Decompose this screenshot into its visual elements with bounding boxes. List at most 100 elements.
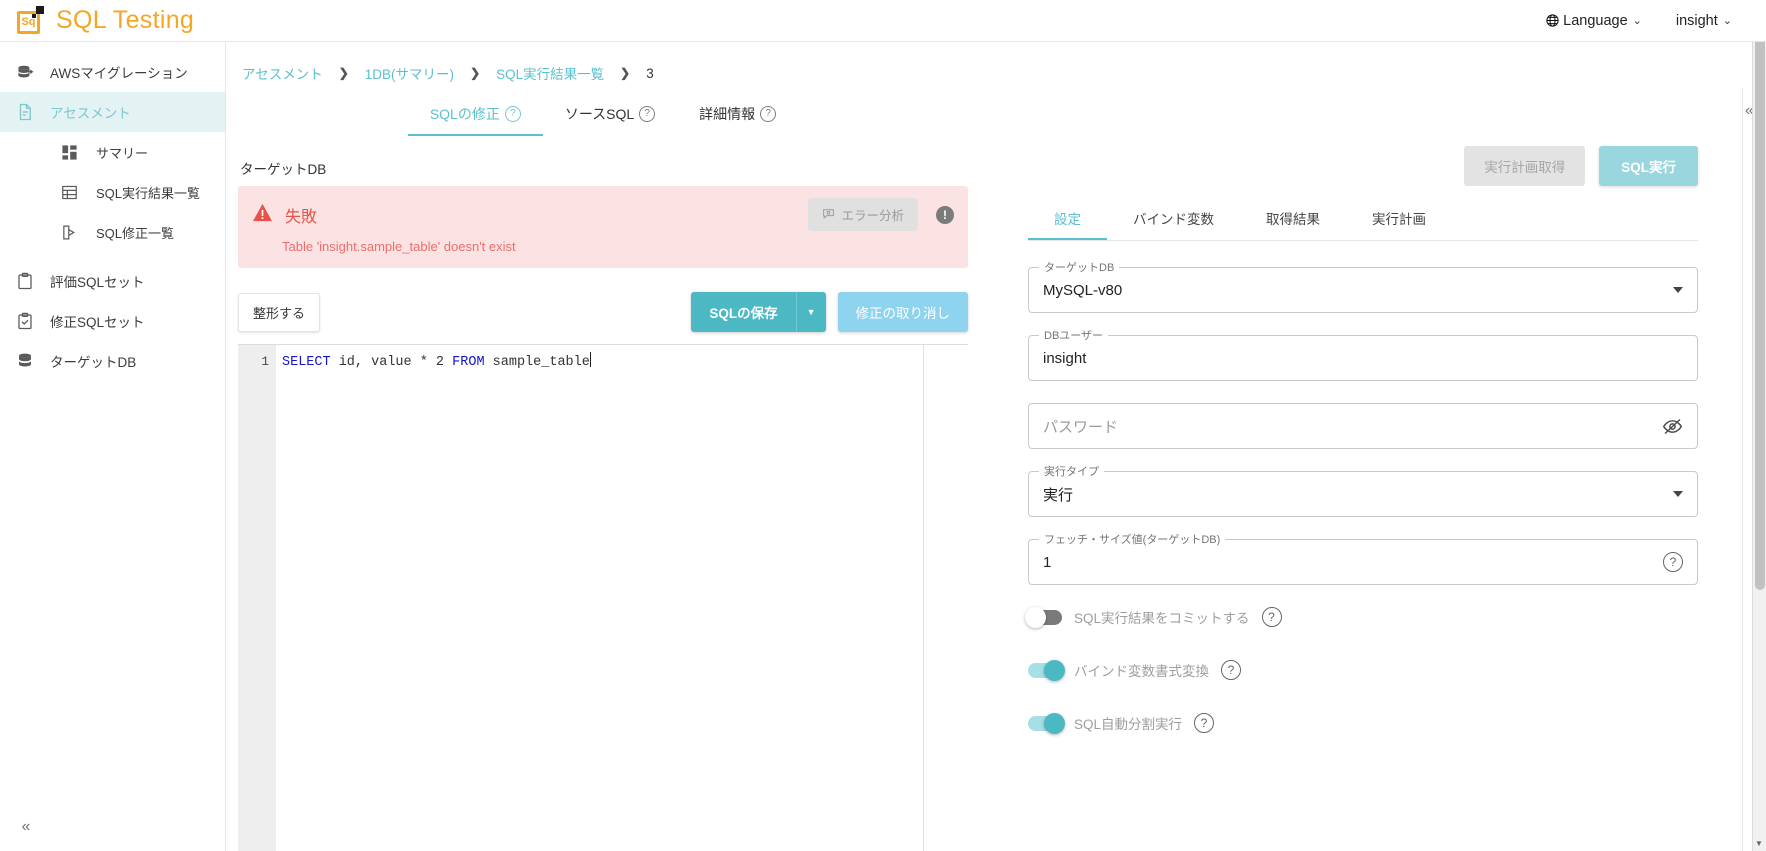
- field-value: 実行: [1043, 486, 1074, 504]
- help-icon[interactable]: ?: [1194, 713, 1215, 733]
- help-icon[interactable]: ?: [504, 106, 521, 122]
- bind-format-toggle[interactable]: [1028, 659, 1065, 681]
- table-icon: [58, 184, 80, 201]
- top-bar: Sq SQL Testing Language ⌄ insight ⌄: [0, 0, 1766, 42]
- db-user-input[interactable]: insight: [1028, 335, 1698, 381]
- database-arrow-icon: [14, 63, 36, 82]
- breadcrumb-item-1[interactable]: アセスメント: [242, 63, 323, 83]
- sidebar-item-label: ターゲットDB: [50, 355, 137, 370]
- password-field[interactable]: パスワード: [1028, 403, 1698, 449]
- undo-fix-button[interactable]: 修正の取り消し: [837, 292, 968, 332]
- field-legend: ターゲットDB: [1039, 259, 1120, 275]
- commit-results-toggle[interactable]: [1025, 606, 1062, 628]
- field-value: 1: [1043, 553, 1052, 571]
- db-user-field[interactable]: DBユーザー insight: [1028, 327, 1698, 381]
- error-alert-header: 失敗 エラー分析 !: [252, 198, 954, 231]
- editor-scrollbar[interactable]: [923, 345, 968, 851]
- tab-details[interactable]: 詳細情報 ?: [677, 104, 798, 136]
- sidebar-item-sql-results[interactable]: SQL実行結果一覧: [0, 172, 225, 212]
- target-db-select[interactable]: MySQL-v80: [1028, 267, 1698, 313]
- sql-keyword: FROM: [452, 355, 485, 370]
- info-icon[interactable]: !: [936, 205, 954, 224]
- chevron-down-icon[interactable]: [1673, 287, 1683, 293]
- error-analysis-label: エラー分析: [841, 209, 904, 223]
- sidebar-item-label: SQL実行結果一覧: [96, 185, 201, 201]
- scroll-thumb[interactable]: [1755, 30, 1765, 590]
- password-input[interactable]: パスワード: [1028, 403, 1698, 449]
- sidebar-collapse-button[interactable]: «: [12, 813, 40, 841]
- tab-label: 詳細情報: [699, 106, 756, 122]
- breadcrumb-separator: ❯: [620, 66, 631, 80]
- save-sql-dropdown-button[interactable]: ▼: [795, 292, 826, 332]
- editor-code[interactable]: SELECT id, value * 2 FROM sample_table: [276, 345, 968, 851]
- sidebar: AWSマイグレーション アセスメント サマリー SQL実行結果一覧 SQL修正一…: [0, 42, 226, 851]
- tab-settings[interactable]: 設定: [1028, 208, 1107, 240]
- run-sql-button[interactable]: SQL実行: [1599, 146, 1698, 186]
- sidebar-item-label: アセスメント: [50, 106, 131, 121]
- tab-results[interactable]: 取得結果: [1240, 208, 1346, 240]
- commit-results-toggle-row: SQL実行結果をコミットする ?: [1025, 606, 1698, 628]
- logo-sq-text: Sq: [17, 10, 40, 34]
- breadcrumb-item-2[interactable]: 1DB(サマリー): [365, 63, 454, 83]
- breadcrumb: アセスメント ❯ 1DB(サマリー) ❯ SQL実行結果一覧 ❯ 3: [226, 42, 1766, 88]
- breadcrumb-separator: ❯: [338, 66, 349, 80]
- auto-split-toggle[interactable]: [1028, 712, 1065, 734]
- sidebar-item-summary[interactable]: サマリー: [0, 132, 225, 172]
- tab-bind-variables[interactable]: バインド変数: [1107, 208, 1240, 240]
- target-db-field[interactable]: ターゲットDB MySQL-v80: [1028, 259, 1698, 313]
- tab-sql-fix[interactable]: SQLの修正 ?: [407, 104, 543, 136]
- help-icon[interactable]: ?: [639, 106, 656, 122]
- tab-execution-plan[interactable]: 実行計画: [1346, 208, 1452, 240]
- chevron-down-icon[interactable]: [1673, 491, 1683, 497]
- text-caret: [589, 352, 591, 367]
- breadcrumb-separator: ❯: [470, 66, 481, 80]
- sidebar-item-assessment[interactable]: アセスメント: [0, 92, 225, 132]
- save-sql-button[interactable]: SQLの保存: [691, 292, 796, 332]
- content-row: SQLの修正 ? ソースSQL ? 詳細情報 ? ターゲットDB 失敗 エラー分…: [226, 88, 1766, 851]
- help-icon[interactable]: ?: [1221, 660, 1241, 680]
- sidebar-item-target-db[interactable]: ターゲットDB: [0, 341, 225, 381]
- field-placeholder: パスワード: [1043, 418, 1119, 436]
- language-label: Language: [1563, 12, 1628, 29]
- globe-icon: [1545, 13, 1560, 28]
- field-value: insight: [1043, 349, 1087, 367]
- page-scrollbar[interactable]: ▲ ▼: [1752, 0, 1766, 851]
- sidebar-item-fix-sql-set[interactable]: 修正SQLセット: [0, 301, 225, 341]
- user-menu[interactable]: insight ⌄: [1676, 13, 1732, 29]
- toggle-label: SQL実行結果をコミットする: [1074, 611, 1250, 626]
- sidebar-item-sql-fixes[interactable]: SQL修正一覧: [0, 212, 225, 252]
- error-analysis-button[interactable]: エラー分析: [808, 198, 918, 231]
- help-icon[interactable]: ?: [1663, 552, 1683, 572]
- target-db-section-label: ターゲットDB: [240, 162, 327, 177]
- help-icon[interactable]: ?: [1261, 607, 1282, 627]
- error-alert: 失敗 エラー分析 ! Table 'insight.sample_table' …: [238, 186, 968, 268]
- sidebar-item-label: サマリー: [96, 145, 149, 161]
- language-menu[interactable]: Language ⌄: [1545, 13, 1642, 29]
- clipboard-icon: [14, 272, 36, 290]
- sidebar-item-label: SQL修正一覧: [96, 225, 175, 241]
- format-button[interactable]: 整形する: [238, 292, 321, 332]
- speech-bubble-icon: [822, 207, 835, 223]
- execution-type-field[interactable]: 実行タイプ 実行: [1028, 463, 1698, 517]
- sidebar-item-aws-migration[interactable]: AWSマイグレーション: [0, 52, 225, 92]
- app-title: SQL Testing: [56, 6, 195, 34]
- brand[interactable]: Sq SQL Testing: [0, 5, 195, 36]
- fetch-size-field[interactable]: フェッチ・サイズ値(ターゲットDB) 1 ?: [1028, 531, 1698, 585]
- scroll-down-arrow[interactable]: ▼: [1755, 839, 1763, 848]
- breadcrumb-item-3[interactable]: SQL実行結果一覧: [496, 63, 604, 83]
- error-message: Table 'insight.sample_table' doesn't exi…: [282, 239, 516, 254]
- execution-type-select[interactable]: 実行: [1028, 471, 1698, 517]
- tab-source-sql[interactable]: ソースSQL ?: [543, 104, 677, 136]
- field-legend: フェッチ・サイズ値(ターゲットDB): [1039, 531, 1226, 547]
- chevron-down-icon: ⌄: [1722, 15, 1732, 27]
- dashboard-icon: [58, 144, 80, 161]
- database-icon: [14, 352, 36, 370]
- sidebar-item-eval-sql-set[interactable]: 評価SQLセット: [0, 261, 225, 301]
- get-execution-plan-button[interactable]: 実行計画取得: [1464, 146, 1586, 186]
- sql-editor[interactable]: 1 SELECT id, value * 2 FROM sample_table: [238, 344, 968, 851]
- eye-off-icon[interactable]: [1662, 416, 1683, 437]
- chevron-down-icon: ⌄: [1632, 15, 1642, 27]
- help-icon[interactable]: ?: [760, 106, 777, 122]
- logo-dot-large: [36, 5, 44, 14]
